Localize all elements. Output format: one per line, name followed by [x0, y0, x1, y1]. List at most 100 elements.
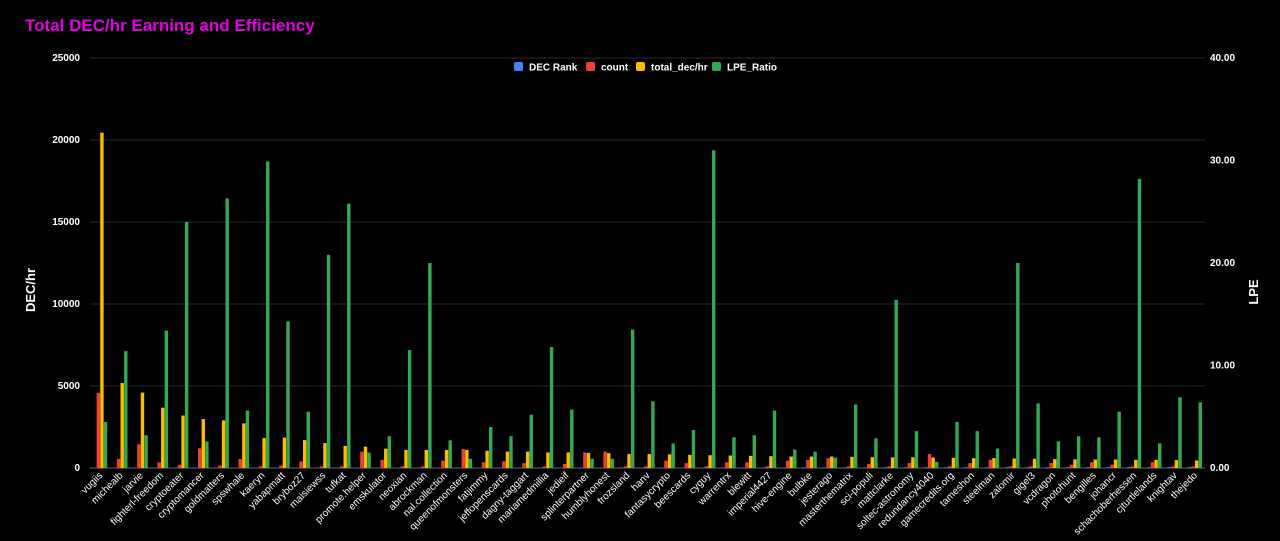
bar-count[interactable]: [1049, 463, 1053, 468]
bar-dec-rank[interactable]: [1025, 467, 1029, 468]
bar-count[interactable]: [400, 466, 405, 468]
bar-lpe-ratio[interactable]: [833, 457, 838, 468]
bar-lpe-ratio[interactable]: [286, 321, 290, 468]
bar-count[interactable]: [1171, 466, 1175, 468]
bar-total-dec-hr[interactable]: [262, 438, 266, 468]
bar-dec-rank[interactable]: [863, 467, 867, 468]
bar-lpe-ratio[interactable]: [103, 421, 108, 468]
bar-total-dec-hr[interactable]: [992, 458, 996, 468]
bar-count[interactable]: [1090, 462, 1094, 468]
bar-count[interactable]: [542, 466, 547, 468]
bar-total-dec-hr[interactable]: [647, 454, 651, 468]
bar-total-dec-hr[interactable]: [100, 132, 104, 468]
bar-count[interactable]: [644, 466, 648, 468]
bar-total-dec-hr[interactable]: [708, 455, 712, 468]
bar-lpe-ratio[interactable]: [914, 431, 919, 468]
bar-lpe-ratio[interactable]: [995, 448, 1000, 468]
bar-lpe-ratio[interactable]: [387, 436, 392, 468]
bar-lpe-ratio[interactable]: [793, 449, 797, 468]
bar-total-dec-hr[interactable]: [1032, 458, 1037, 468]
bar-count[interactable]: [725, 462, 729, 468]
bar-count[interactable]: [765, 466, 770, 468]
bar-total-dec-hr[interactable]: [1113, 459, 1118, 468]
bar-lpe-ratio[interactable]: [184, 222, 189, 468]
bar-total-dec-hr[interactable]: [728, 455, 733, 468]
bar-dec-rank[interactable]: [964, 467, 969, 468]
bar-total-dec-hr[interactable]: [505, 451, 510, 468]
bar-total-dec-hr[interactable]: [140, 392, 145, 468]
bar-lpe-ratio[interactable]: [448, 440, 452, 468]
bar-count[interactable]: [522, 463, 526, 468]
bar-count[interactable]: [988, 459, 993, 468]
bar-count[interactable]: [137, 444, 141, 468]
legend[interactable]: DEC Rank count total_dec/hr LPE_Ratio: [514, 62, 777, 74]
bar-lpe-ratio[interactable]: [955, 421, 959, 468]
bar-dec-rank[interactable]: [782, 467, 786, 468]
bar-total-dec-hr[interactable]: [971, 458, 976, 468]
bar-total-dec-hr[interactable]: [1194, 460, 1199, 468]
bar-count[interactable]: [1029, 466, 1033, 468]
bar-total-dec-hr[interactable]: [911, 457, 915, 468]
bar-lpe-ratio[interactable]: [245, 410, 250, 468]
bar-total-dec-hr[interactable]: [242, 423, 246, 468]
bar-count[interactable]: [299, 461, 303, 468]
bar-count[interactable]: [562, 463, 567, 468]
bar-total-dec-hr[interactable]: [323, 443, 327, 468]
bar-total-dec-hr[interactable]: [586, 452, 591, 468]
bar-lpe-ratio[interactable]: [935, 461, 939, 468]
bar-lpe-ratio[interactable]: [529, 414, 533, 468]
bar-count[interactable]: [968, 463, 972, 468]
bar-count[interactable]: [927, 454, 932, 468]
bar-count[interactable]: [704, 466, 709, 468]
bar-lpe-ratio[interactable]: [407, 350, 412, 468]
bar-dec-rank[interactable]: [985, 467, 989, 468]
bar-lpe-ratio[interactable]: [1178, 397, 1182, 468]
bar-count[interactable]: [623, 466, 628, 468]
bar-total-dec-hr[interactable]: [404, 449, 408, 468]
bar-total-dec-hr[interactable]: [627, 454, 631, 468]
bar-lpe-ratio[interactable]: [610, 458, 615, 468]
bar-count[interactable]: [1069, 464, 1074, 468]
bar-count[interactable]: [583, 452, 587, 468]
bar-lpe-ratio[interactable]: [266, 161, 270, 468]
bar-count[interactable]: [867, 463, 871, 468]
bar-dec-rank[interactable]: [944, 467, 948, 468]
bar-count[interactable]: [1008, 466, 1013, 468]
bar-total-dec-hr[interactable]: [161, 407, 165, 468]
bar-total-dec-hr[interactable]: [607, 453, 611, 468]
bar-count[interactable]: [664, 460, 668, 468]
bar-count[interactable]: [907, 463, 911, 468]
bar-count[interactable]: [279, 465, 283, 468]
bar-count[interactable]: [360, 451, 364, 468]
bar-total-dec-hr[interactable]: [1154, 459, 1158, 468]
bar-dec-rank[interactable]: [802, 467, 806, 468]
bar-lpe-ratio[interactable]: [306, 411, 310, 468]
bar-total-dec-hr[interactable]: [870, 457, 874, 468]
bar-lpe-ratio[interactable]: [894, 299, 898, 468]
bar-lpe-ratio[interactable]: [590, 458, 594, 468]
bar-count[interactable]: [421, 466, 425, 468]
bar-count[interactable]: [1150, 462, 1155, 468]
bar-lpe-ratio[interactable]: [1056, 441, 1061, 468]
bar-total-dec-hr[interactable]: [931, 457, 935, 468]
bar-dec-rank[interactable]: [1045, 467, 1050, 468]
bar-count[interactable]: [157, 462, 161, 468]
bar-dec-rank[interactable]: [762, 467, 766, 468]
bar-total-dec-hr[interactable]: [748, 455, 753, 468]
bar-count[interactable]: [258, 466, 263, 468]
bar-total-dec-hr[interactable]: [485, 450, 489, 468]
bar-lpe-ratio[interactable]: [1097, 437, 1101, 468]
bar-lpe-ratio[interactable]: [1036, 403, 1040, 468]
bar-total-dec-hr[interactable]: [890, 457, 895, 468]
bar-count[interactable]: [948, 466, 952, 468]
bar-dec-rank[interactable]: [1126, 467, 1131, 468]
bar-count[interactable]: [785, 460, 790, 468]
bar-count[interactable]: [684, 463, 688, 468]
bar-dec-rank[interactable]: [1086, 467, 1090, 468]
bar-total-dec-hr[interactable]: [1053, 459, 1057, 468]
bar-dec-rank[interactable]: [1066, 467, 1070, 468]
bar-total-dec-hr[interactable]: [789, 456, 793, 468]
bar-lpe-ratio[interactable]: [1137, 178, 1142, 468]
bar-lpe-ratio[interactable]: [549, 347, 554, 468]
bar-lpe-ratio[interactable]: [144, 435, 148, 468]
